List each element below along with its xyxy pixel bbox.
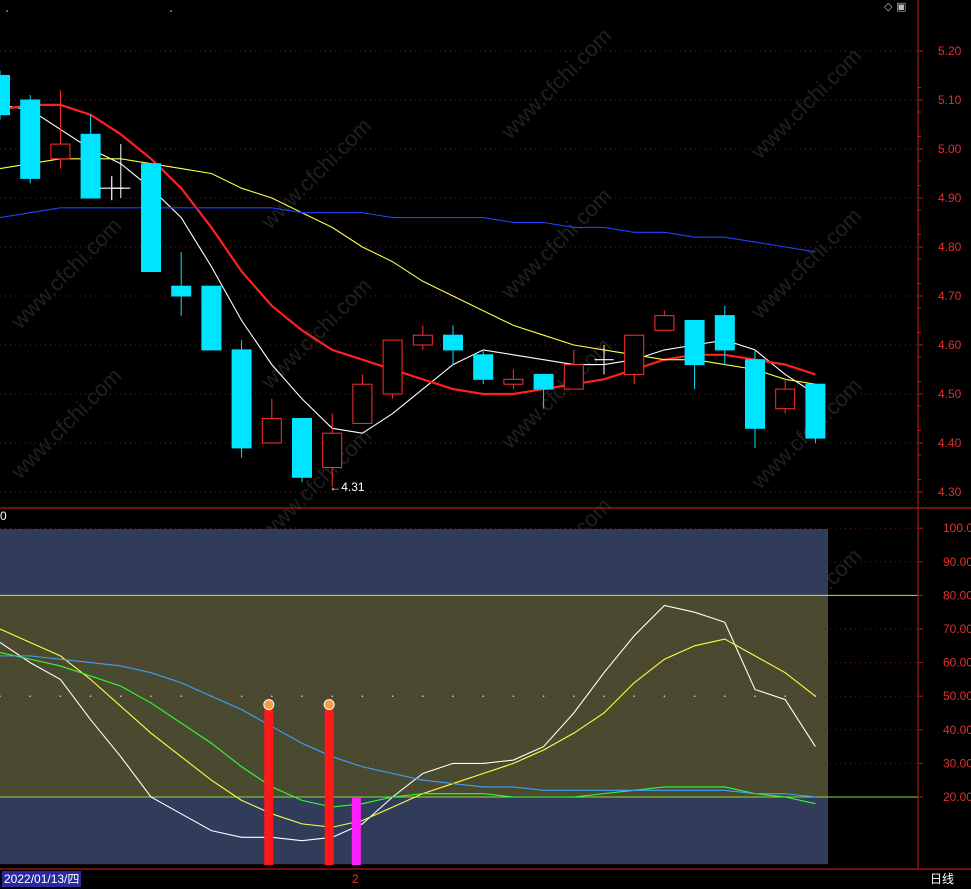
osc-dot — [180, 695, 182, 697]
candle-body — [352, 383, 373, 424]
window-icon[interactable]: ▣ — [896, 0, 906, 13]
candle-body — [382, 339, 403, 395]
candle — [201, 285, 222, 351]
osc-dot — [724, 695, 726, 697]
candle — [473, 349, 494, 385]
osc-dot — [331, 695, 334, 697]
price-tick-label: 4.30 — [938, 485, 962, 499]
low-annotation: ←4.31 — [329, 480, 365, 494]
candle — [382, 339, 403, 399]
status-date: 2022/01/13/四 — [2, 871, 82, 887]
candle — [141, 163, 161, 272]
price-tick-label: 4.90 — [938, 191, 962, 205]
osc-dot — [542, 695, 545, 697]
price-tick-label: 4.60 — [938, 338, 962, 352]
candle-body — [80, 133, 101, 199]
candle — [20, 95, 41, 184]
osc-dot — [361, 695, 364, 697]
signal-bar — [351, 797, 361, 865]
osc-tick-label: 100.0 — [943, 521, 971, 535]
osc-tick-label: 40.00 — [943, 723, 971, 737]
candle-body — [261, 418, 282, 444]
hand-icon — [323, 699, 335, 711]
candle-body — [50, 143, 71, 160]
price-tick-label: 5.20 — [938, 44, 962, 58]
candle-body — [412, 334, 433, 346]
osc-dot — [573, 695, 575, 697]
candle-body — [231, 349, 252, 449]
osc-tick-label: 30.00 — [943, 756, 971, 770]
candle-body — [141, 163, 161, 272]
indicator-dot — [170, 10, 172, 12]
oscillator-band — [0, 797, 828, 865]
oscillator-band — [0, 595, 828, 797]
candle-body — [563, 364, 584, 390]
candle-body — [322, 432, 343, 469]
candle-body — [714, 315, 735, 351]
price-tick-label: 5.00 — [938, 142, 962, 156]
hand-icon — [263, 699, 275, 711]
osc-tick-label: 50.00 — [943, 689, 971, 703]
osc-tick-label: 60.00 — [943, 656, 971, 670]
candle-body — [443, 334, 463, 351]
candle-body — [745, 359, 765, 429]
oscillator-partial-label: 0 — [0, 509, 7, 523]
osc-dot — [754, 695, 756, 697]
osc-tick-label: 70.00 — [943, 622, 971, 636]
candle-body — [533, 373, 554, 390]
osc-dot — [29, 695, 32, 697]
osc-dot — [633, 695, 635, 697]
osc-dot — [512, 695, 515, 697]
candle-body — [654, 315, 675, 331]
osc-tick-label: 20.00 — [943, 790, 971, 804]
candle-body — [20, 99, 41, 179]
oscillator-band — [0, 529, 828, 596]
osc-dot — [693, 695, 696, 697]
candle-body — [0, 75, 10, 116]
candle-body — [292, 418, 312, 478]
osc-dot — [452, 695, 454, 697]
candle-body — [503, 378, 524, 385]
candle-body — [684, 320, 705, 366]
osc-tick-label: 80.00 — [943, 588, 971, 602]
candle-body — [473, 354, 494, 380]
diamond-icon[interactable]: ◇ — [884, 0, 892, 13]
signal-bar — [264, 709, 274, 865]
period-selector[interactable]: 日线 — [930, 871, 954, 887]
osc-dot — [240, 695, 243, 697]
price-tick-label: 4.40 — [938, 436, 962, 450]
candle — [231, 340, 252, 458]
osc-dot — [150, 695, 152, 697]
indicator-dot — [6, 10, 8, 12]
osc-dot — [391, 695, 394, 697]
osc-tick-label: 90.00 — [943, 555, 971, 569]
signal-bar — [324, 709, 334, 865]
osc-dot — [89, 695, 92, 697]
candle-body — [624, 334, 645, 375]
osc-dot — [59, 695, 62, 697]
candle-body — [171, 285, 192, 297]
price-tick-label: 4.80 — [938, 240, 962, 254]
osc-dot — [482, 695, 485, 697]
candle — [292, 418, 312, 483]
price-tick-label: 5.10 — [938, 93, 962, 107]
price-tick-label: 4.50 — [938, 387, 962, 401]
candle-body — [775, 388, 796, 410]
osc-dot — [120, 695, 122, 697]
osc-dot — [301, 695, 303, 697]
osc-dot — [422, 695, 424, 697]
osc-dot — [603, 695, 605, 697]
candle-body — [805, 383, 826, 439]
candle — [0, 70, 10, 120]
candle — [805, 383, 826, 443]
price-tick-label: 4.70 — [938, 289, 962, 303]
chart-stage: www.cfchi.comwww.cfchi.comwww.cfchi.comw… — [0, 0, 971, 889]
osc-dot — [784, 695, 786, 697]
corner-icons[interactable]: ◇ ▣ — [884, 0, 906, 13]
candle-body — [201, 285, 222, 351]
osc-dot — [271, 695, 273, 697]
osc-dot — [663, 695, 666, 697]
status-mark: 2 — [352, 872, 359, 886]
